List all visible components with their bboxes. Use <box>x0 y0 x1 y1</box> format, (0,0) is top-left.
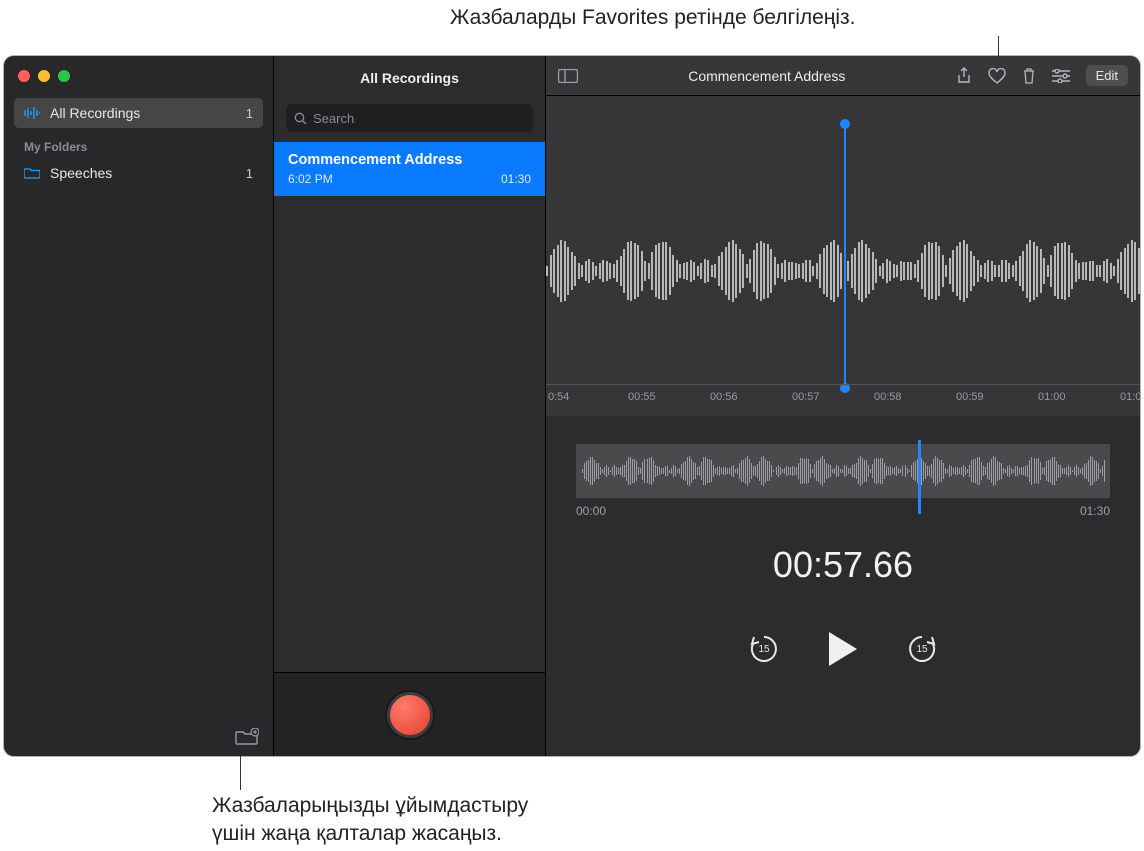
current-time: 00:57.66 <box>546 544 1140 586</box>
my-folders-header: My Folders <box>14 128 263 158</box>
skip-fwd-label: 15 <box>916 644 927 655</box>
callout-line-folder <box>240 756 241 790</box>
sidebar-footer <box>4 718 273 756</box>
sidebar-item-count: 1 <box>246 106 253 121</box>
overview-end: 01:30 <box>1080 504 1110 518</box>
playhead-overview[interactable] <box>918 440 921 514</box>
sidebar-item-speeches[interactable]: Speeches 1 <box>14 158 263 188</box>
ruler-tick: 00:55 <box>628 391 710 416</box>
search-icon <box>294 112 307 125</box>
voice-memos-window: All Recordings 1 My Folders Speeches 1 <box>4 56 1140 756</box>
play-button[interactable] <box>826 630 860 668</box>
playback-controls: 15 15 <box>546 630 1140 668</box>
ruler-tick: 00:58 <box>874 391 956 416</box>
new-folder-button[interactable] <box>235 728 259 746</box>
options-button[interactable] <box>1052 69 1070 83</box>
ruler-tick: 00:57 <box>792 391 874 416</box>
search-input[interactable]: Search <box>286 104 533 132</box>
recording-item-commencement[interactable]: Commencement Address 6:02 PM 01:30 <box>274 142 545 196</box>
toolbar: Commencement Address Edit <box>546 56 1140 96</box>
skip-back-label: 15 <box>758 644 769 655</box>
recordings-title: All Recordings <box>274 56 545 96</box>
waveform-big[interactable]: 0:5400:5500:5600:5700:5800:5901:0001:01 <box>546 96 1140 416</box>
folder-icon <box>24 167 40 179</box>
favorite-button[interactable] <box>988 68 1006 84</box>
close-window-button[interactable] <box>18 70 30 82</box>
ruler-tick: 00:59 <box>956 391 1038 416</box>
callout-favorites: Жазбаларды Favorites ретінде белгілеңіз. <box>450 6 856 30</box>
sidebar-item-label: Speeches <box>50 165 112 181</box>
waveform-icon <box>24 107 40 119</box>
minimize-window-button[interactable] <box>38 70 50 82</box>
record-area <box>274 672 545 756</box>
toolbar-title: Commencement Address <box>592 68 942 84</box>
recordings-column: All Recordings Search Commencement Addre… <box>274 56 546 756</box>
toggle-sidebar-button[interactable] <box>558 69 578 83</box>
sidebar: All Recordings 1 My Folders Speeches 1 <box>4 56 274 756</box>
ruler-tick: 00:56 <box>710 391 792 416</box>
playhead-big[interactable] <box>844 124 846 388</box>
record-button[interactable] <box>387 692 433 738</box>
sidebar-item-count: 1 <box>246 166 253 181</box>
search-placeholder: Search <box>313 111 354 126</box>
recording-title: Commencement Address <box>288 152 531 168</box>
share-button[interactable] <box>956 67 972 85</box>
recording-duration: 01:30 <box>501 172 531 186</box>
ruler-tick: 01:00 <box>1038 391 1120 416</box>
overview-labels: 00:00 01:30 <box>576 504 1110 518</box>
timeline-ruler: 0:5400:5500:5600:5700:5800:5901:0001:01 <box>546 384 1140 416</box>
waveform-overview[interactable] <box>576 444 1110 498</box>
edit-button[interactable]: Edit <box>1086 65 1128 86</box>
skip-forward-15-button[interactable]: 15 <box>906 633 938 665</box>
sidebar-list: All Recordings 1 My Folders Speeches 1 <box>4 92 273 718</box>
ruler-tick: 0:54 <box>546 391 628 416</box>
callout-new-folder: Жазбаларыңызды ұйымдастыру үшін жаңа қал… <box>212 792 528 849</box>
recording-time: 6:02 PM <box>288 172 333 186</box>
overview-start: 00:00 <box>576 504 606 518</box>
callout-folder-line1: Жазбаларыңызды ұйымдастыру <box>212 794 528 817</box>
callout-folder-line2: үшін жаңа қалталар жасаңыз. <box>212 822 502 845</box>
delete-button[interactable] <box>1022 67 1036 84</box>
main-area: Commencement Address Edit 0:540 <box>546 56 1140 756</box>
sidebar-item-label: All Recordings <box>50 105 140 121</box>
ruler-tick: 01:01 <box>1120 391 1140 416</box>
zoom-window-button[interactable] <box>58 70 70 82</box>
skip-back-15-button[interactable]: 15 <box>748 633 780 665</box>
window-controls <box>4 56 273 92</box>
sidebar-item-all-recordings[interactable]: All Recordings 1 <box>14 98 263 128</box>
